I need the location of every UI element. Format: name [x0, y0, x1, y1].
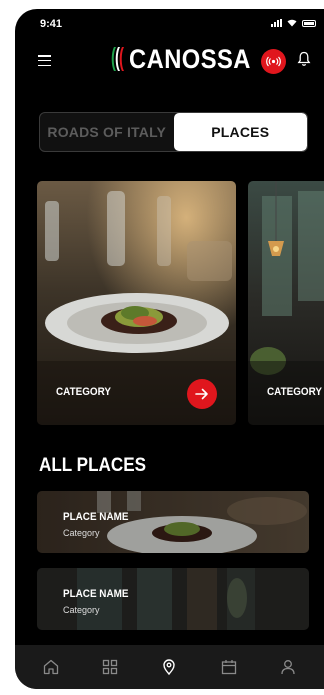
place-name: PLACE NAME [63, 588, 129, 600]
tab-places[interactable]: PLACES [173, 113, 307, 151]
system-indicators [271, 19, 316, 27]
calendar-icon [221, 660, 237, 675]
home-icon [43, 659, 58, 675]
nav-profile[interactable] [277, 656, 299, 678]
nav-places[interactable] [158, 656, 180, 678]
place-list-item[interactable]: PLACE NAME Category [37, 491, 309, 553]
category-card[interactable]: CATEGORY [37, 181, 236, 425]
nav-home[interactable] [40, 656, 62, 678]
brand-logo: CANOSSA [110, 43, 268, 75]
place-list-item[interactable]: PLACE NAME Category [37, 568, 309, 630]
signal-icon [271, 19, 282, 27]
grid-icon [102, 659, 118, 675]
place-category: Category [63, 528, 100, 538]
broadcast-icon [266, 56, 281, 67]
all-places-title: ALL PLACES [39, 455, 147, 476]
user-icon [281, 660, 295, 675]
category-card[interactable]: CATEGORY [248, 181, 324, 425]
notification-bell-icon[interactable] [297, 51, 311, 67]
category-label: CATEGORY [267, 386, 323, 398]
logo-text: CANOSSA [129, 43, 251, 74]
view-tabs: ROADS OF ITALY PLACES [39, 112, 308, 152]
nav-calendar[interactable] [218, 656, 240, 678]
tab-roads-of-italy[interactable]: ROADS OF ITALY [40, 113, 174, 151]
category-label: CATEGORY [56, 386, 112, 398]
place-category: Category [63, 605, 100, 615]
live-broadcast-button[interactable] [261, 49, 286, 74]
place-name: PLACE NAME [63, 511, 129, 523]
location-pin-icon [163, 659, 176, 676]
menu-icon[interactable] [38, 55, 51, 66]
status-time: 9:41 [40, 18, 63, 30]
nav-grid[interactable] [99, 656, 121, 678]
app-screen: 9:41 CANOSSA ROADS OF ITALY PLACES CATEG… [15, 9, 324, 689]
bottom-navigation [15, 645, 324, 689]
open-category-button[interactable] [187, 379, 217, 409]
wifi-icon [287, 19, 297, 27]
italian-flag-mark-icon [111, 47, 124, 71]
arrow-right-icon [195, 388, 208, 400]
status-bar: 9:41 [15, 9, 324, 37]
battery-icon [302, 19, 316, 27]
